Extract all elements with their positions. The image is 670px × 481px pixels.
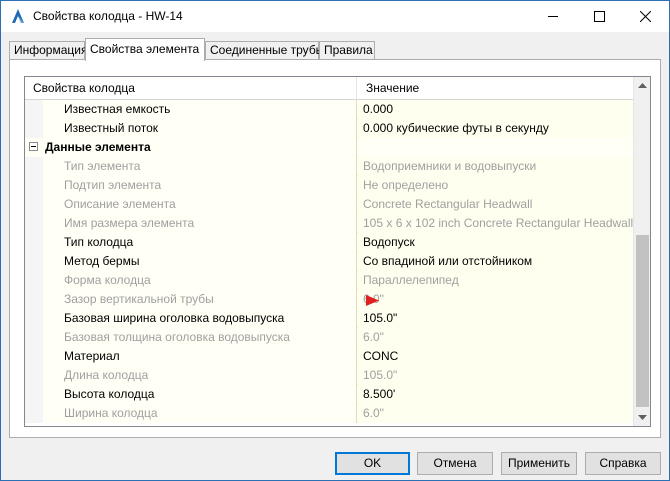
row-gutter xyxy=(25,347,43,366)
minimize-button[interactable] xyxy=(531,1,577,32)
collapse-toggle-icon[interactable] xyxy=(29,142,38,151)
property-row[interactable]: Подтип элемента Не определено xyxy=(25,176,633,195)
help-button[interactable]: Справка xyxy=(585,452,661,475)
cancel-button[interactable]: Отмена xyxy=(417,452,493,475)
property-row[interactable]: Известная емкость 0.000 xyxy=(25,100,633,119)
property-name: Базовая толщина оголовка водовыпуска xyxy=(43,328,357,347)
property-name: Ширина колодца xyxy=(43,404,357,423)
tab-panel: Свойства колодца Значение Известная емко… xyxy=(9,59,661,438)
property-name: Базовая ширина оголовка водовыпуска xyxy=(43,309,357,328)
property-value[interactable]: 8.500' xyxy=(358,385,633,404)
property-name: Известный поток xyxy=(43,119,357,138)
row-gutter xyxy=(25,252,43,271)
property-value: Не определено xyxy=(358,176,633,195)
grid-rows: Известная емкость 0.000 Известный поток 0.0… xyxy=(25,100,633,423)
properties-dialog: Свойства колодца - HW-14 Информация Свой… xyxy=(0,0,670,481)
property-value xyxy=(358,138,633,157)
property-value: Водоприемники и водовыпуски xyxy=(358,157,633,176)
scroll-up-button[interactable] xyxy=(634,77,650,94)
grid-header: Свойства колодца Значение xyxy=(25,77,633,100)
property-name: Описание элемента xyxy=(43,195,357,214)
property-row[interactable]: Форма колодца Параллелепипед xyxy=(25,271,633,290)
property-row[interactable]: Имя размера элемента 105 x 6 x 102 inch C… xyxy=(25,214,633,233)
close-button[interactable] xyxy=(623,1,669,32)
red-arrow-annotation xyxy=(304,295,379,306)
row-gutter xyxy=(25,404,43,423)
row-gutter xyxy=(25,328,43,347)
row-gutter xyxy=(25,385,43,404)
apply-button[interactable]: Применить xyxy=(501,452,577,475)
property-value[interactable]: Со впадиной или отстойником xyxy=(358,252,633,271)
property-name: Форма колодца xyxy=(43,271,357,290)
scrollbar-thumb[interactable] xyxy=(636,235,649,407)
property-name: Имя размера элемента xyxy=(43,214,357,233)
row-gutter xyxy=(25,157,43,176)
maximize-button[interactable] xyxy=(577,1,623,32)
property-value[interactable]: Водопуск xyxy=(358,233,633,252)
property-row[interactable]: Материал CONC xyxy=(25,347,633,366)
tab-rules[interactable]: Правила xyxy=(319,41,375,60)
property-row[interactable]: Описание элемента Concrete Rectangular He… xyxy=(25,195,633,214)
property-row[interactable]: Ширина колодца 6.0" xyxy=(25,404,633,423)
property-row[interactable]: Тип элемента Водоприемники и водовыпуски xyxy=(25,157,633,176)
row-gutter xyxy=(25,366,43,385)
property-row[interactable]: Базовая ширина оголовка водовыпуска 105.0… xyxy=(25,309,633,328)
property-name: Тип элемента xyxy=(43,157,357,176)
column-header-value[interactable]: Значение xyxy=(358,77,633,100)
window-title: Свойства колодца - HW-14 xyxy=(33,9,183,23)
property-value: 105.0" xyxy=(358,366,633,385)
property-value[interactable]: 0.000 xyxy=(358,100,633,119)
row-gutter xyxy=(25,195,43,214)
row-gutter xyxy=(25,176,43,195)
property-value: 6.0" xyxy=(358,290,633,309)
property-value: 6.0" xyxy=(358,328,633,347)
row-gutter xyxy=(25,271,43,290)
property-row[interactable]: Тип колодца Водопуск xyxy=(25,233,633,252)
property-value: Параллелепипед xyxy=(358,271,633,290)
row-gutter xyxy=(25,119,43,138)
title-bar[interactable]: Свойства колодца - HW-14 xyxy=(1,1,669,32)
tab-connected-pipes[interactable]: Соединенные трубы xyxy=(205,41,324,60)
autodesk-app-icon xyxy=(9,7,27,25)
property-name: Метод бермы xyxy=(43,252,357,271)
row-gutter xyxy=(25,233,43,252)
row-gutter xyxy=(25,214,43,233)
property-value[interactable]: 0.000 кубические футы в секунду xyxy=(358,119,633,138)
tab-information[interactable]: Информация xyxy=(9,41,87,60)
vertical-scrollbar[interactable] xyxy=(633,77,650,426)
property-row[interactable]: Длина колодца 105.0" xyxy=(25,366,633,385)
property-name: Длина колодца xyxy=(43,366,357,385)
property-row[interactable]: Высота колодца 8.500' xyxy=(25,385,633,404)
property-value[interactable]: CONC xyxy=(358,347,633,366)
property-row[interactable]: Метод бермы Со впадиной или отстойником xyxy=(25,252,633,271)
property-row[interactable]: Базовая толщина оголовка водовыпуска 6.0" xyxy=(25,328,633,347)
group-row[interactable]: Данные элемента xyxy=(25,138,633,157)
row-gutter xyxy=(25,309,43,328)
property-name: Материал xyxy=(43,347,357,366)
property-value: 6.0" xyxy=(358,404,633,423)
property-name: Высота колодца xyxy=(43,385,357,404)
ok-button[interactable]: OK xyxy=(335,452,410,475)
property-name: Тип колодца xyxy=(43,233,357,252)
group-label: Данные элемента xyxy=(25,138,357,157)
column-header-property[interactable]: Свойства колодца xyxy=(25,77,357,100)
property-value: 105 x 6 x 102 inch Concrete Rectangular … xyxy=(358,214,633,233)
property-name: Подтип элемента xyxy=(43,176,357,195)
property-value[interactable]: 105.0" xyxy=(358,309,633,328)
tab-element-properties[interactable]: Свойства элемента xyxy=(85,38,205,61)
property-row[interactable]: Известный поток 0.000 кубические футы в с… xyxy=(25,119,633,138)
scroll-down-button[interactable] xyxy=(634,409,650,426)
row-gutter xyxy=(25,100,43,119)
row-gutter xyxy=(25,290,43,309)
property-grid: Свойства колодца Значение Известная емко… xyxy=(24,76,651,427)
property-name: Известная емкость xyxy=(43,100,357,119)
property-value: Concrete Rectangular Headwall xyxy=(358,195,633,214)
